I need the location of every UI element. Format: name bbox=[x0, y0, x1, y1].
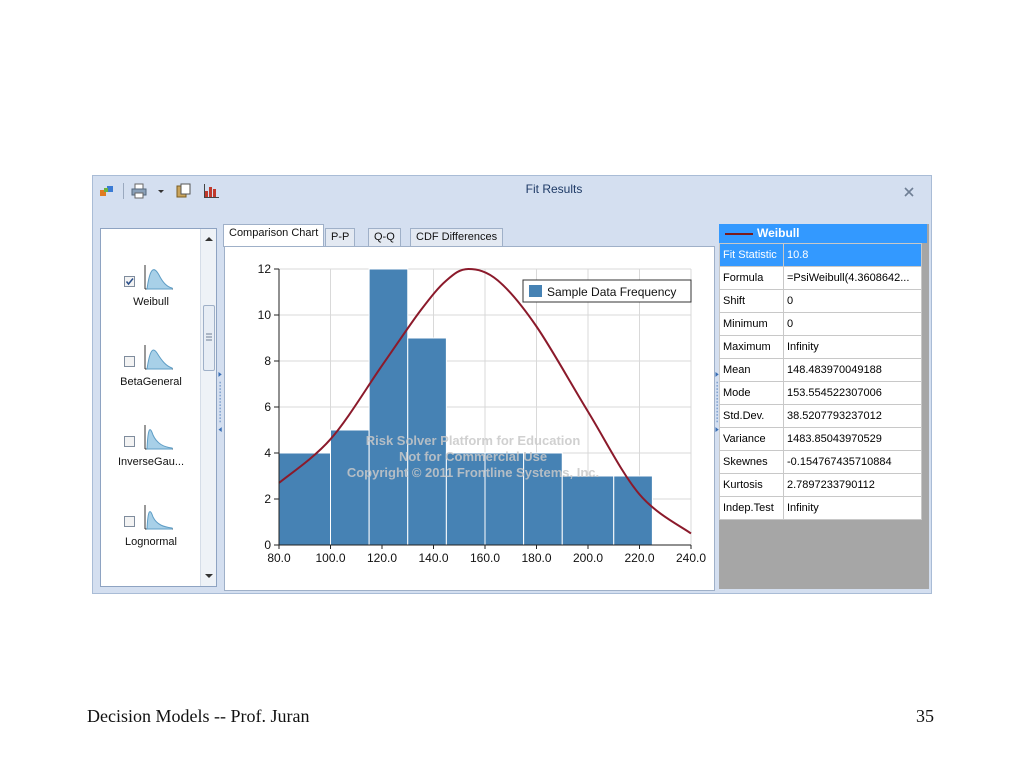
table-row[interactable]: Std.Dev. 38.5207793237012 bbox=[719, 404, 922, 428]
lognormal-checkbox[interactable] bbox=[124, 516, 135, 527]
table-row[interactable]: Indep.Test Infinity bbox=[719, 496, 922, 520]
x-tick-label: 120.0 bbox=[367, 551, 397, 565]
weibull-legend-line bbox=[725, 233, 753, 235]
tab-comparison-chart[interactable]: Comparison Chart bbox=[223, 224, 325, 247]
histogram-bar bbox=[330, 429, 370, 546]
x-tick-label: 100.0 bbox=[315, 551, 345, 565]
distribution-item-inversegaussian[interactable]: InverseGau... bbox=[101, 419, 201, 468]
table-row[interactable]: Fit Statistic 10.8 bbox=[719, 243, 922, 267]
table-row[interactable]: Variance 1483.85043970529 bbox=[719, 427, 922, 451]
table-row[interactable]: Kurtosis 2.7897233790112 bbox=[719, 473, 922, 497]
x-tick-label: 200.0 bbox=[573, 551, 603, 565]
table-row[interactable]: Maximum Infinity bbox=[719, 335, 922, 359]
histogram-bar bbox=[561, 475, 615, 546]
comparison-chart: Risk Solver Platform for EducationNot fo… bbox=[258, 262, 707, 565]
y-tick-label: 4 bbox=[264, 446, 271, 460]
window-title: Fit Results bbox=[525, 182, 583, 196]
left-splitter-handle[interactable] bbox=[218, 372, 223, 432]
inversegaussian-checkbox[interactable] bbox=[124, 436, 135, 447]
tab-q-q[interactable]: Q-Q bbox=[368, 228, 401, 246]
close-icon[interactable] bbox=[901, 184, 917, 200]
stats-table: Fit Statistic 10.8 Formula =PsiWeibull(4.3… bbox=[719, 243, 922, 520]
stats-header: Weibull bbox=[719, 224, 927, 243]
lognormal-thumbnail-icon bbox=[144, 505, 173, 530]
y-tick-label: 2 bbox=[264, 492, 271, 506]
fit-statistics-panel: Weibull Fit Statistic 10.8 Formula =PsiWei… bbox=[719, 224, 929, 589]
histogram-bar bbox=[368, 268, 409, 546]
betageneral-thumbnail-icon bbox=[144, 345, 173, 370]
scroll-thumb[interactable] bbox=[203, 305, 215, 371]
betageneral-checkbox[interactable] bbox=[124, 356, 135, 367]
weibull-thumbnail-icon bbox=[144, 265, 173, 290]
distribution-label: Lognormal bbox=[125, 536, 177, 548]
distribution-label: Weibull bbox=[133, 296, 169, 308]
table-row[interactable]: Skewnes -0.154767435710884 bbox=[719, 450, 922, 474]
watermark-text: Copyright © 2011 Frontline Systems, Inc. bbox=[347, 465, 599, 480]
y-tick-label: 8 bbox=[264, 354, 271, 368]
footer-left: Decision Models -- Prof. Juran bbox=[87, 706, 310, 726]
title-bar: Fit Results bbox=[93, 176, 931, 206]
x-tick-label: 140.0 bbox=[418, 551, 448, 565]
y-tick-label: 10 bbox=[258, 308, 272, 322]
table-row[interactable]: Formula =PsiWeibull(4.3608642... bbox=[719, 266, 922, 290]
distribution-label: InverseGau... bbox=[117, 456, 185, 468]
distribution-scrollbar[interactable] bbox=[200, 229, 217, 586]
tab-cdf-differences[interactable]: CDF Differences bbox=[410, 228, 504, 246]
scroll-down-icon[interactable] bbox=[201, 569, 217, 583]
y-tick-label: 12 bbox=[258, 262, 272, 276]
x-tick-label: 80.0 bbox=[267, 551, 291, 565]
distribution-item-weibull[interactable]: Weibull bbox=[101, 259, 201, 308]
y-tick-label: 0 bbox=[264, 538, 271, 552]
distribution-item-betageneral[interactable]: BetaGeneral bbox=[101, 339, 201, 388]
page-number: 35 bbox=[916, 706, 934, 726]
legend-swatch bbox=[529, 285, 542, 297]
fit-results-window: Fit Results Weibull BetaGeneral InverseG… bbox=[92, 175, 932, 594]
watermark-text: Not for Commercial Use bbox=[399, 449, 547, 464]
stats-header-title: Weibull bbox=[757, 226, 800, 240]
comparison-chart-panel: Risk Solver Platform for Education Not fo… bbox=[224, 246, 715, 591]
x-tick-label: 220.0 bbox=[624, 551, 654, 565]
scroll-up-icon[interactable] bbox=[201, 232, 217, 246]
watermark-text: Risk Solver Platform for Education bbox=[366, 433, 581, 448]
table-row[interactable]: Shift 0 bbox=[719, 289, 922, 313]
legend-label: Sample Data Frequency bbox=[547, 285, 676, 299]
distribution-list: Weibull BetaGeneral InverseGau... Lognor… bbox=[100, 228, 217, 587]
tab-p-p[interactable]: P-P bbox=[325, 228, 356, 246]
weibull-checkbox[interactable] bbox=[124, 276, 135, 287]
x-tick-label: 180.0 bbox=[521, 551, 551, 565]
table-row[interactable]: Minimum 0 bbox=[719, 312, 922, 336]
distribution-label: BetaGeneral bbox=[120, 376, 182, 388]
table-row[interactable]: Mean 148.483970049188 bbox=[719, 358, 922, 382]
histogram-bar bbox=[278, 452, 331, 546]
distribution-item-lognormal[interactable]: Lognormal bbox=[101, 499, 201, 548]
x-tick-label: 240.0 bbox=[676, 551, 706, 565]
y-tick-label: 6 bbox=[264, 400, 271, 414]
x-tick-label: 160.0 bbox=[470, 551, 500, 565]
table-row[interactable]: Mode 153.554522307006 bbox=[719, 381, 922, 405]
inversegaussian-thumbnail-icon bbox=[144, 425, 173, 450]
